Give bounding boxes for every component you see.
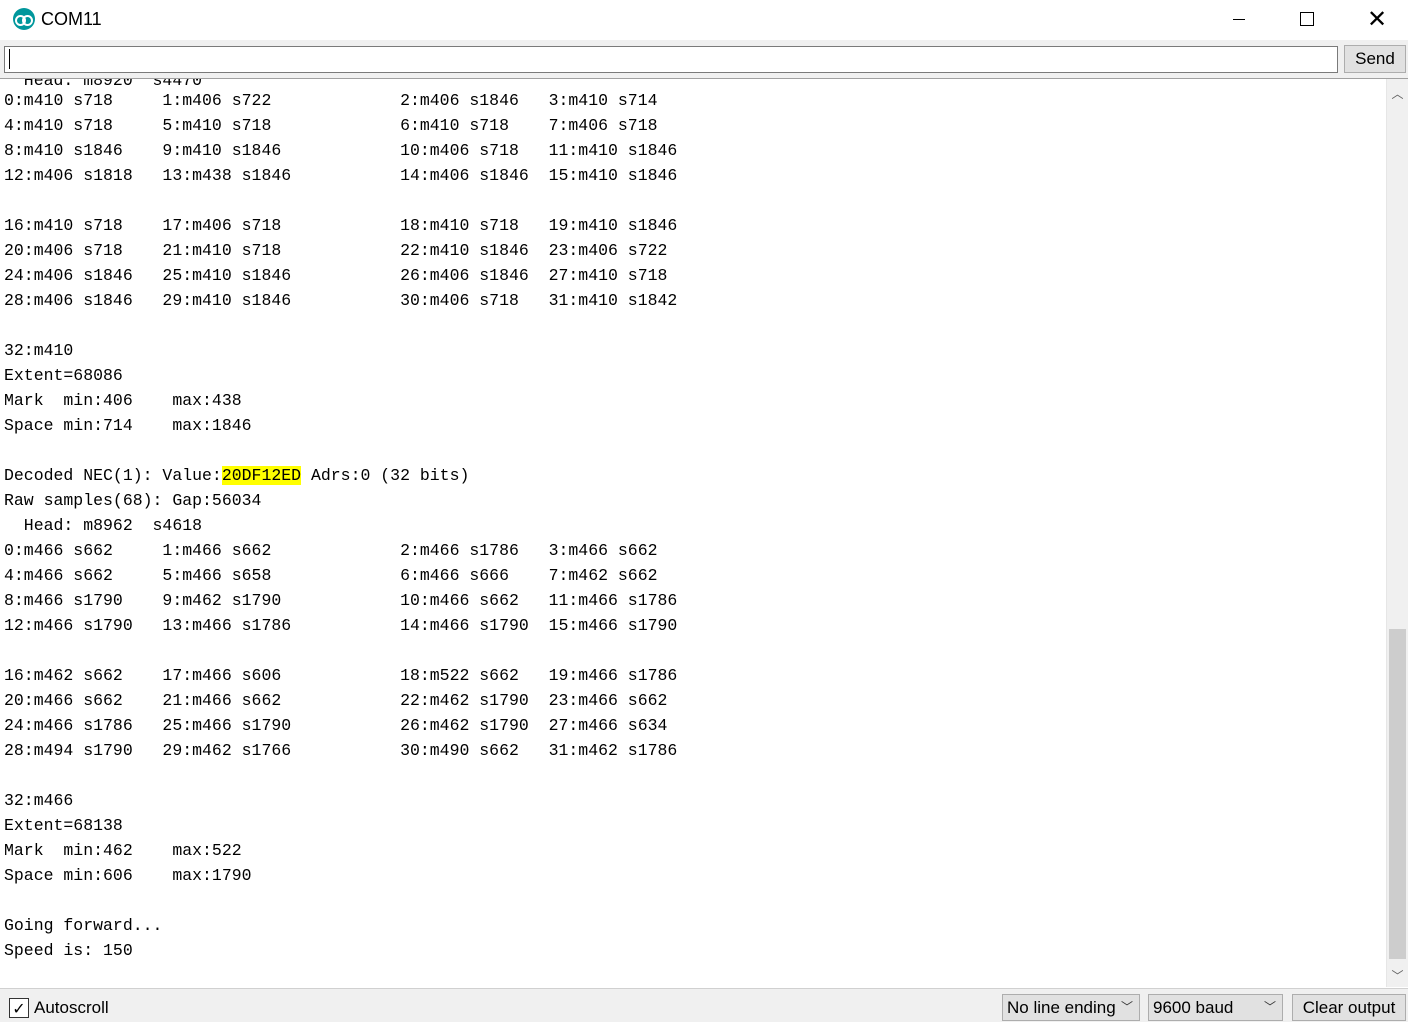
output-text: 12:m466 s1790 13:m466 s1786 14:m466 s179…	[4, 616, 678, 635]
output-line: Decoded NEC(1): Value:20DF12ED Adrs:0 (3…	[4, 463, 469, 488]
output-text: 20:m406 s718 21:m410 s718 22:m410 s1846 …	[4, 241, 668, 260]
output-text: Going forward...	[4, 916, 163, 935]
output-text: 0:m466 s662 1:m466 s662 2:m466 s1786 3:m…	[4, 541, 658, 560]
output-line: Mark min:406 max:438	[4, 388, 242, 413]
serial-input[interactable]	[4, 46, 1338, 73]
output-text: 8:m410 s1846 9:m410 s1846 10:m406 s718 1…	[4, 141, 678, 160]
output-line: 8:m410 s1846 9:m410 s1846 10:m406 s718 1…	[4, 138, 677, 163]
output-line: 0:m410 s718 1:m406 s722 2:m406 s1846 3:m…	[4, 88, 658, 113]
output-line: 0:m466 s662 1:m466 s662 2:m466 s1786 3:m…	[4, 538, 658, 563]
output-line: Space min:606 max:1790	[4, 863, 252, 888]
output-line: 32:m466	[4, 788, 73, 813]
serial-output-panel: Head: m8920 s4470 0:m410 s718 1:m406 s72…	[0, 78, 1408, 988]
text-caret	[9, 49, 10, 69]
output-text: 24:m466 s1786 25:m466 s1790 26:m462 s179…	[4, 716, 668, 735]
output-line: 12:m406 s1818 13:m438 s1846 14:m406 s184…	[4, 163, 677, 188]
line-ending-value: No line ending	[1007, 998, 1116, 1017]
checkmark-icon: ✓	[12, 998, 26, 1018]
output-text: Extent=68086	[4, 366, 123, 385]
output-text: 32:m410	[4, 341, 74, 360]
scrollbar-thumb[interactable]	[1389, 629, 1406, 959]
output-text: 16:m462 s662 17:m466 s606 18:m522 s662 1…	[4, 666, 678, 685]
window-title: COM11	[41, 9, 102, 29]
output-text: 12:m406 s1818 13:m438 s1846 14:m406 s184…	[4, 166, 678, 185]
maximize-icon	[1300, 12, 1314, 26]
output-line: 28:m494 s1790 29:m462 s1766 30:m490 s662…	[4, 738, 677, 763]
arduino-logo-icon	[13, 8, 35, 30]
send-button[interactable]: Send	[1344, 45, 1406, 73]
bottom-bar: ✓ Autoscroll No line ending ﹀ 9600 baud …	[0, 988, 1408, 1022]
output-text: Mark min:462 max:522	[4, 841, 242, 860]
output-text: 0:m410 s718 1:m406 s722 2:m406 s1846 3:m…	[4, 91, 658, 110]
baud-rate-select[interactable]: 9600 baud ﹀	[1148, 994, 1283, 1021]
output-line: 20:m406 s718 21:m410 s718 22:m410 s1846 …	[4, 238, 667, 263]
serial-output: Head: m8920 s4470 0:m410 s718 1:m406 s72…	[0, 79, 1386, 987]
output-line: Space min:714 max:1846	[4, 413, 252, 438]
scroll-down-icon[interactable]: ﹀	[1387, 965, 1408, 985]
output-line: Speed is: 150	[4, 938, 133, 963]
output-text: Head: m8962 s4618	[4, 516, 203, 535]
autoscroll-checkbox[interactable]: ✓	[9, 998, 29, 1018]
output-line: Raw samples(68): Gap:56034	[4, 488, 261, 513]
chevron-down-icon: ﹀	[1263, 1000, 1276, 1014]
close-icon: ✕	[1366, 5, 1388, 33]
line-ending-select[interactable]: No line ending ﹀	[1002, 994, 1140, 1021]
chevron-down-icon: ﹀	[1120, 1000, 1133, 1014]
output-text: 4:m410 s718 5:m410 s718 6:m410 s718 7:m4…	[4, 116, 658, 135]
output-text: 20:m466 s662 21:m466 s662 22:m462 s1790 …	[4, 691, 668, 710]
output-text: 16:m410 s718 17:m406 s718 18:m410 s718 1…	[4, 216, 678, 235]
output-text: 4:m466 s662 5:m466 s658 6:m466 s666 7:m4…	[4, 566, 658, 585]
output-text: Space min:606 max:1790	[4, 866, 252, 885]
output-line: Head: m8962 s4618	[4, 513, 202, 538]
autoscroll-label: Autoscroll	[34, 998, 109, 1017]
output-line: 16:m410 s718 17:m406 s718 18:m410 s718 1…	[4, 213, 677, 238]
output-line: 32:m410	[4, 338, 73, 363]
output-line: Extent=68086	[4, 363, 123, 388]
send-bar: Send	[0, 40, 1408, 78]
output-text: 28:m494 s1790 29:m462 s1766 30:m490 s662…	[4, 741, 678, 760]
output-line: 4:m466 s662 5:m466 s658 6:m466 s666 7:m4…	[4, 563, 658, 588]
output-text: Speed is: 150	[4, 941, 133, 960]
title-bar: COM11 ✕	[0, 0, 1408, 40]
output-text: 8:m466 s1790 9:m462 s1790 10:m466 s662 1…	[4, 591, 678, 610]
output-line: Extent=68138	[4, 813, 123, 838]
output-text: Adrs:0 (32 bits)	[301, 466, 470, 485]
output-text: Decoded NEC(1): Value:	[4, 466, 222, 485]
output-text: Raw samples(68): Gap:56034	[4, 491, 262, 510]
close-button[interactable]: ✕	[1342, 0, 1408, 38]
output-text: Mark min:406 max:438	[4, 391, 242, 410]
output-line: 28:m406 s1846 29:m410 s1846 30:m406 s718…	[4, 288, 677, 313]
output-line: 16:m462 s662 17:m466 s606 18:m522 s662 1…	[4, 663, 677, 688]
output-line: Going forward...	[4, 913, 162, 938]
vertical-scrollbar[interactable]: ︿ ﹀	[1386, 79, 1408, 987]
output-line: 24:m466 s1786 25:m466 s1790 26:m462 s179…	[4, 713, 667, 738]
output-line: 8:m466 s1790 9:m462 s1790 10:m466 s662 1…	[4, 588, 677, 613]
minimize-icon	[1233, 18, 1245, 20]
minimize-button[interactable]	[1204, 0, 1274, 38]
scroll-up-icon[interactable]: ︿	[1387, 83, 1408, 103]
output-text: Space min:714 max:1846	[4, 416, 252, 435]
output-text: 24:m406 s1846 25:m410 s1846 26:m406 s184…	[4, 266, 668, 285]
clear-output-button[interactable]: Clear output	[1292, 994, 1406, 1021]
output-line: 24:m406 s1846 25:m410 s1846 26:m406 s184…	[4, 263, 667, 288]
highlighted-value: 20DF12ED	[221, 466, 302, 485]
output-text: 32:m466	[4, 791, 74, 810]
output-line: 12:m466 s1790 13:m466 s1786 14:m466 s179…	[4, 613, 677, 638]
baud-rate-value: 9600 baud	[1153, 998, 1234, 1017]
output-line: Mark min:462 max:522	[4, 838, 242, 863]
output-text: Extent=68138	[4, 816, 123, 835]
maximize-button[interactable]	[1272, 0, 1342, 38]
output-line: 4:m410 s718 5:m410 s718 6:m410 s718 7:m4…	[4, 113, 658, 138]
output-text: 28:m406 s1846 29:m410 s1846 30:m406 s718…	[4, 291, 678, 310]
output-line: 20:m466 s662 21:m466 s662 22:m462 s1790 …	[4, 688, 667, 713]
